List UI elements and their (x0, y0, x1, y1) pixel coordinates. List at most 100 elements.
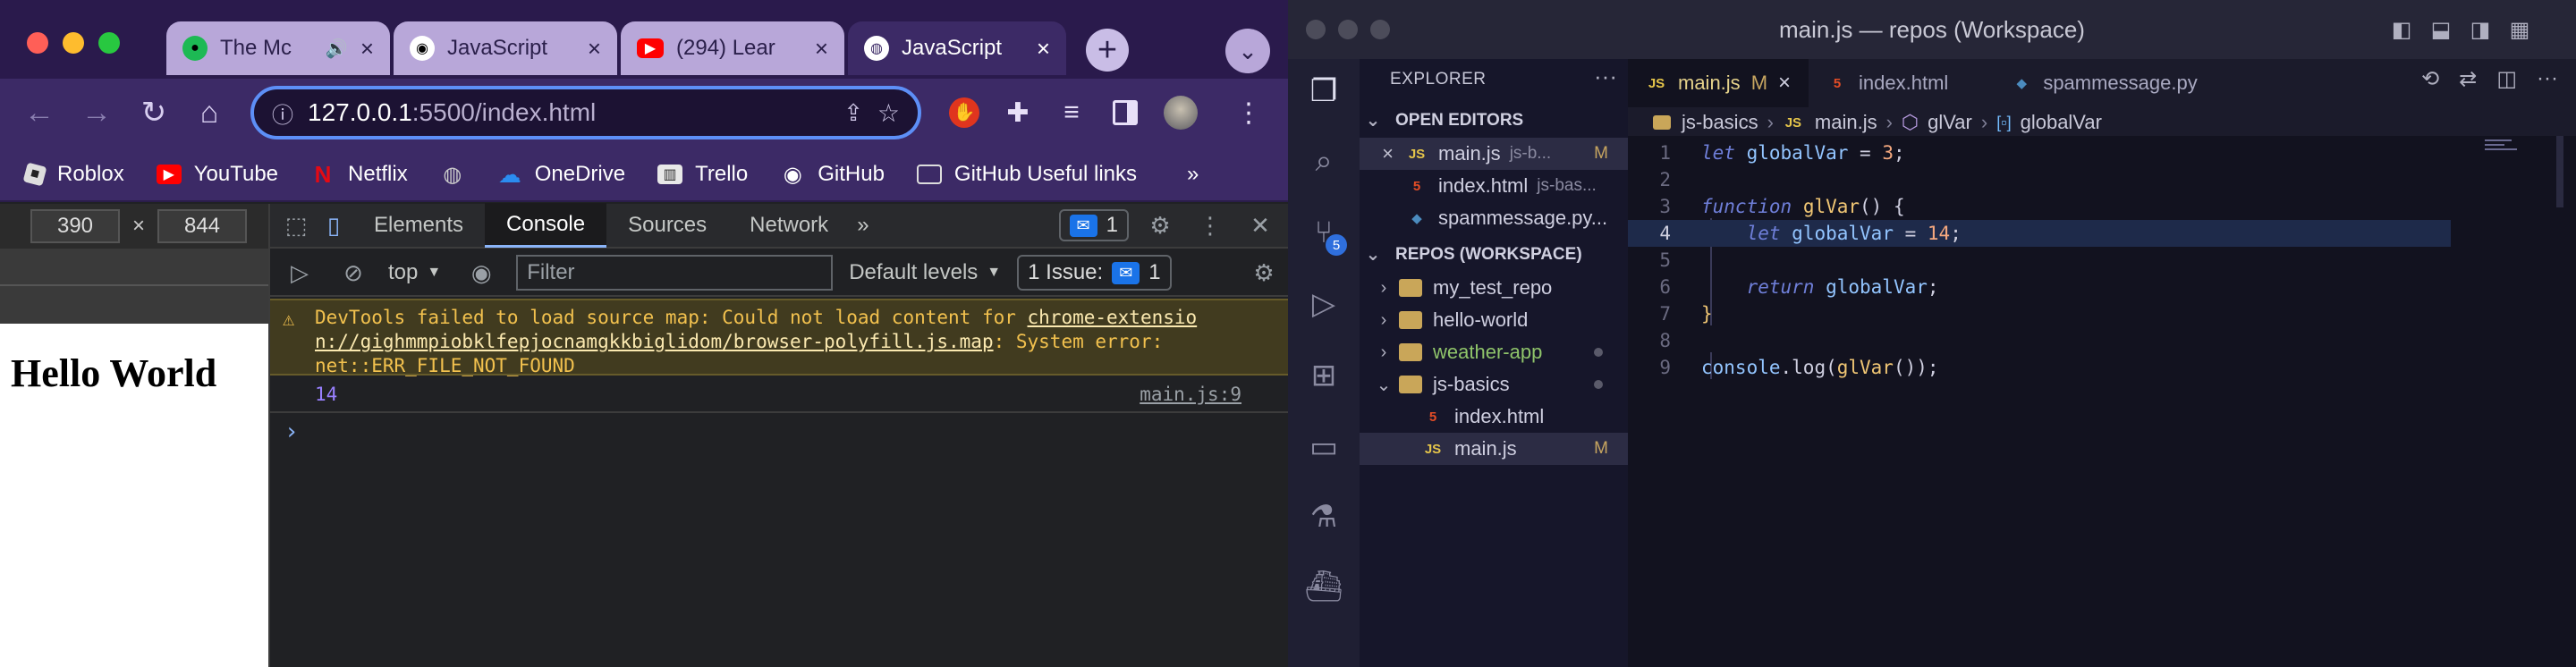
customize-layout-icon[interactable]: ▦ (2506, 16, 2533, 43)
close-tab-icon[interactable]: × (1037, 35, 1050, 63)
maximize-window-button[interactable] (98, 32, 120, 54)
split-editor-icon[interactable]: ◫ (2496, 66, 2517, 92)
bookmarks-overflow-button[interactable]: » (1187, 162, 1199, 187)
device-toolbar-icon[interactable]: ▯ (315, 207, 352, 244)
back-icon[interactable]: ← (20, 93, 59, 132)
bookmark-youtube[interactable]: ▶ YouTube (156, 162, 278, 187)
messages-count-button[interactable]: ✉ 1 (1058, 209, 1129, 241)
minimize-window-button[interactable] (63, 32, 84, 54)
clear-console-icon[interactable]: ⊘ (335, 254, 372, 291)
close-tab-icon[interactable]: × (588, 35, 601, 63)
bookmark-globe[interactable]: ◍ (440, 163, 465, 187)
log-levels-dropdown[interactable]: Default levels ▼ (849, 260, 1001, 285)
reload-icon[interactable]: ↻ (134, 93, 174, 132)
editor-scrollbar[interactable] (2556, 136, 2563, 207)
browser-tab-4-active[interactable]: ◍ JavaScript × (848, 21, 1066, 75)
toggle-sidebar-icon[interactable]: ◧ (2388, 16, 2415, 43)
breadcrumb-item[interactable]: main.js (1815, 111, 1877, 134)
bookmark-github[interactable]: ◉ GitHub (780, 162, 885, 187)
extensions-puzzle-icon[interactable]: ✚ (998, 93, 1038, 132)
inspect-element-icon[interactable]: ⬚ (277, 207, 315, 244)
editor-tab-spammessage-py[interactable]: ◆ spammessage.py (1993, 59, 2215, 107)
side-panel-icon[interactable] (1106, 93, 1145, 132)
site-info-icon[interactable]: ⓘ (272, 97, 293, 129)
tab-console[interactable]: Console (485, 203, 607, 248)
bookmark-star-icon[interactable]: ☆ (877, 98, 900, 128)
profile-avatar[interactable] (1161, 93, 1200, 132)
device-height-input[interactable]: 844 (157, 209, 248, 243)
bookmark-netflix[interactable]: N Netflix (310, 161, 408, 188)
open-changes-icon[interactable]: ⇄ (2459, 66, 2477, 92)
browser-tab-2[interactable]: ◉ JavaScript × (394, 21, 617, 75)
extension-red-icon[interactable]: ✋ (945, 93, 984, 132)
sidebar-toggle-icon[interactable]: ▷ (281, 254, 318, 291)
breadcrumb-item[interactable]: globalVar (2021, 111, 2102, 134)
tab-elements[interactable]: Elements (352, 203, 485, 248)
forward-icon[interactable]: → (77, 93, 116, 132)
editor-tab-index-html[interactable]: 5 index.html (1809, 59, 1993, 107)
code-editor[interactable]: 1 let globalVar = 3; 2 3 function glVar(… (1628, 136, 2576, 667)
tab-sources[interactable]: Sources (606, 203, 728, 248)
open-editor-item[interactable]: × JS main.js js-b... M (1360, 138, 1628, 170)
console-settings-gear-icon[interactable]: ⚙ (1245, 254, 1283, 291)
console-filter-input[interactable]: Filter (516, 255, 834, 291)
media-queue-icon[interactable]: ≡ (1052, 93, 1091, 132)
tab-search-chevron-icon[interactable]: ⌄ (1225, 29, 1270, 73)
run-debug-icon[interactable]: ▷ (1302, 283, 1345, 325)
bookmark-trello[interactable]: ▥ Trello (657, 162, 748, 187)
close-devtools-icon[interactable]: ✕ (1241, 207, 1279, 244)
minimize-window-button[interactable] (1338, 20, 1358, 39)
folder-item[interactable]: › weather-app (1360, 336, 1628, 368)
explorer-more-icon[interactable]: ··· (1594, 63, 1617, 90)
breadcrumb-item[interactable]: js-basics (1682, 111, 1758, 134)
open-editors-section[interactable]: ⌄ OPEN EDITORS (1363, 109, 1524, 131)
sourcemap-link[interactable]: n://gighmmpiobklfepjocnamgkkbiglidom/bro… (315, 331, 994, 352)
sourcemap-link[interactable]: chrome-extensio (1028, 307, 1198, 328)
extensions-icon[interactable]: ⊞ (1302, 354, 1345, 397)
open-editor-item[interactable]: 5 index.html js-bas... (1360, 170, 1628, 202)
close-window-button[interactable] (27, 32, 48, 54)
tab-network[interactable]: Network (728, 203, 850, 248)
home-icon[interactable]: ⌂ (190, 93, 229, 132)
minimap[interactable] (2485, 139, 2521, 154)
file-item[interactable]: 5 index.html (1360, 401, 1628, 433)
close-editor-icon[interactable]: × (1360, 142, 1394, 165)
bookmark-folder-github-links[interactable]: GitHub Useful links (916, 162, 1137, 187)
browser-tab-3[interactable]: ▶ (294) Lear × (621, 21, 844, 75)
console-prompt[interactable]: › (284, 418, 299, 445)
device-width-input[interactable]: 390 (30, 209, 120, 243)
close-window-button[interactable] (1306, 20, 1326, 39)
close-tab-icon[interactable]: × (1778, 71, 1791, 96)
editor-tab-main-js[interactable]: JS main.js M × (1628, 59, 1809, 107)
file-item[interactable]: JS main.js M (1360, 433, 1628, 465)
bookmark-onedrive[interactable]: ☁ OneDrive (497, 161, 625, 188)
devtools-menu-icon[interactable]: ⋮ (1191, 207, 1229, 244)
folder-item[interactable]: › hello-world (1360, 304, 1628, 336)
more-actions-icon[interactable]: ··· (2537, 66, 2558, 92)
testing-flask-icon[interactable]: ⚗ (1302, 495, 1345, 538)
settings-gear-icon[interactable]: ⚙ (1141, 207, 1179, 244)
issues-button[interactable]: 1 Issue: ✉ 1 (1017, 255, 1172, 291)
close-tab-icon[interactable]: × (815, 35, 828, 63)
maximize-window-button[interactable] (1370, 20, 1390, 39)
log-source-link[interactable]: main.js:9 (1140, 384, 1241, 405)
search-icon[interactable]: ⌕ (1302, 139, 1345, 182)
workspace-section[interactable]: ⌄ REPOS (WORKSPACE) (1363, 243, 1582, 266)
breadcrumb-item[interactable]: glVar (1928, 111, 1972, 134)
open-editor-item[interactable]: ◆ spammessage.py... (1360, 202, 1628, 234)
timeline-history-icon[interactable]: ⟲ (2421, 66, 2439, 92)
live-expression-eye-icon[interactable]: ◉ (462, 254, 500, 291)
chrome-menu-icon[interactable]: ⋮ (1229, 93, 1268, 132)
context-selector[interactable]: top ▼ (388, 260, 441, 285)
remote-explorer-icon[interactable]: ▭ (1302, 426, 1345, 469)
audio-icon[interactable]: 🔊 (326, 38, 348, 60)
new-tab-button[interactable]: + (1086, 29, 1129, 72)
more-tabs-button[interactable]: » (850, 203, 876, 248)
share-icon[interactable]: ⇪ (843, 99, 863, 127)
toggle-panel-icon[interactable]: ⬓ (2428, 16, 2454, 43)
folder-item[interactable]: › my_test_repo (1360, 272, 1628, 304)
explorer-files-icon[interactable]: ❐ (1302, 70, 1345, 113)
docker-icon[interactable]: ⛴ (1302, 565, 1345, 608)
address-bar[interactable]: ⓘ 127.0.0.1:5500/index.html ⇪ ☆ (250, 86, 921, 139)
bookmark-roblox[interactable]: ■ Roblox (22, 162, 124, 187)
